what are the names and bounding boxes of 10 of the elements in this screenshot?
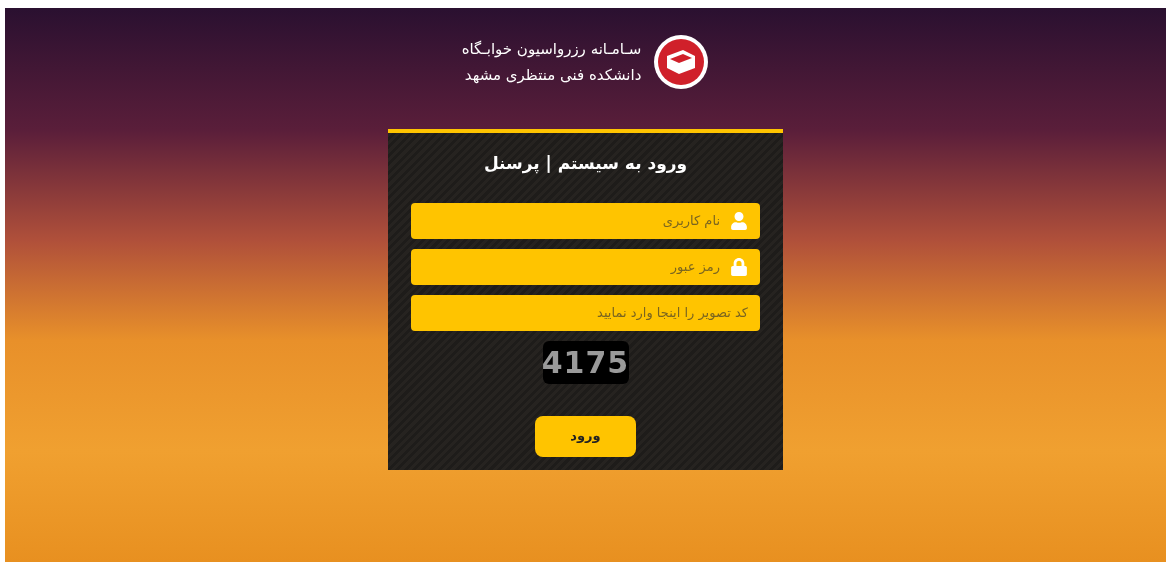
login-button[interactable]: ورود [535,415,636,457]
app-subtitle: دانشکده فنی منتظری مشهد [463,65,642,86]
login-heading: ورود به سیستم | پرسنل [483,152,688,176]
captcha-field[interactable]: کد تصویر را اینجا وارد نمایید [411,294,760,331]
username-field[interactable]: نام کاربری [411,202,760,239]
captcha-image: 4175 [542,340,629,384]
user-icon [730,211,748,230]
app-title: سـامـانه رزرواسیون خوابـگاه [461,38,642,60]
lock-icon [730,257,748,276]
password-field[interactable]: رمز عبور [411,248,760,285]
